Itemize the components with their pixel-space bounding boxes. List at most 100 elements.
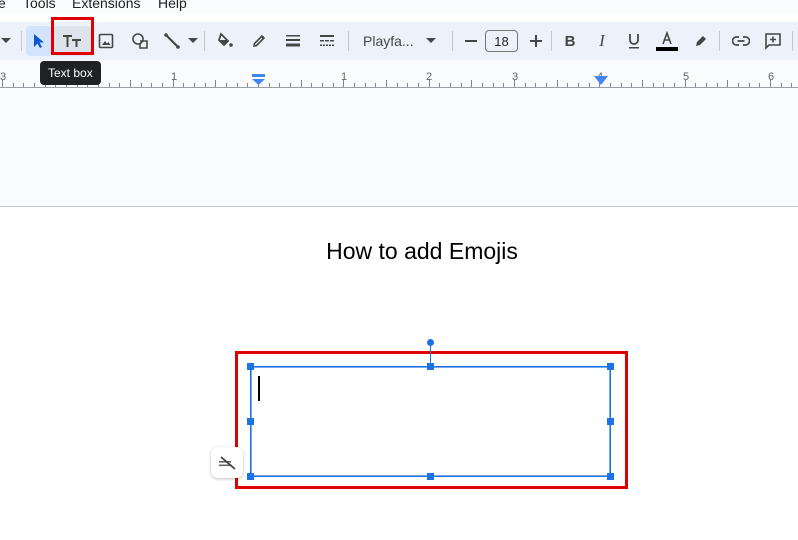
rotation-handle[interactable] bbox=[427, 339, 434, 346]
menu-item-tools[interactable]: Tools bbox=[23, 0, 56, 11]
ruler-tick bbox=[193, 83, 195, 87]
ruler-tick bbox=[225, 83, 227, 87]
divider bbox=[348, 31, 349, 51]
resize-handle-top[interactable] bbox=[427, 363, 434, 370]
ruler-tick bbox=[737, 83, 739, 87]
minus-icon bbox=[465, 40, 477, 42]
ruler-tick bbox=[748, 83, 750, 87]
select-tool-button[interactable] bbox=[26, 26, 52, 56]
resize-handle-top-left[interactable] bbox=[247, 363, 254, 370]
ruler-tick bbox=[279, 83, 281, 87]
left-indent-marker[interactable] bbox=[252, 74, 265, 86]
insert-image-button[interactable] bbox=[94, 26, 118, 56]
divider bbox=[551, 31, 552, 51]
highlighter-icon bbox=[696, 36, 706, 46]
border-color-button[interactable] bbox=[247, 26, 271, 56]
ruler-tick bbox=[428, 80, 430, 87]
add-comment-button[interactable] bbox=[761, 26, 785, 56]
text-color-icon bbox=[656, 31, 678, 51]
line-button[interactable] bbox=[160, 26, 184, 56]
highlight-box bbox=[51, 17, 94, 55]
resize-handle-bottom-left[interactable] bbox=[247, 473, 254, 480]
document-heading[interactable]: How to add Emojis bbox=[0, 238, 798, 265]
ruler-tick bbox=[236, 83, 238, 87]
text-color-button[interactable] bbox=[654, 26, 680, 56]
ruler-tick bbox=[545, 83, 547, 87]
ruler-tick bbox=[556, 80, 558, 87]
ruler-tick bbox=[23, 83, 25, 87]
ruler-tick bbox=[172, 80, 174, 87]
highlight-color-button[interactable] bbox=[689, 26, 713, 56]
ruler-tick bbox=[215, 80, 217, 87]
toolbar: Playfa... 18 B I bbox=[0, 17, 798, 60]
underline-button[interactable] bbox=[622, 26, 646, 56]
ruler-tick bbox=[609, 83, 611, 87]
italic-button[interactable]: I bbox=[590, 26, 614, 56]
resize-handle-bottom-right[interactable] bbox=[607, 473, 614, 480]
right-indent-marker[interactable] bbox=[594, 75, 608, 86]
resize-handle-bottom[interactable] bbox=[427, 473, 434, 480]
text-wrap-icon bbox=[219, 455, 236, 470]
ruler-tick bbox=[183, 83, 185, 87]
underline-icon bbox=[629, 34, 639, 49]
horizontal-ruler[interactable]: 3 1 1 2 3 4 5 6 bbox=[0, 60, 798, 90]
font-family-value: Playfa... bbox=[363, 33, 414, 49]
menu-bar: e Tools Extensions Help bbox=[0, 0, 798, 13]
ruler-tick bbox=[12, 83, 14, 87]
ruler-tick bbox=[481, 83, 483, 87]
pencil-icon bbox=[252, 34, 266, 48]
insert-link-button[interactable] bbox=[729, 26, 753, 56]
ruler-label: 3 bbox=[512, 71, 519, 83]
ruler-tick bbox=[2, 80, 3, 87]
ruler-tick bbox=[353, 83, 355, 87]
border-weight-button[interactable] bbox=[281, 26, 305, 56]
link-icon bbox=[732, 36, 750, 46]
chevron-down-icon bbox=[188, 38, 198, 43]
increase-font-size-button[interactable] bbox=[526, 26, 546, 56]
bold-button[interactable]: B bbox=[558, 26, 582, 56]
ruler-tick bbox=[588, 83, 590, 87]
ruler-tick bbox=[780, 83, 782, 87]
decrease-font-size-button[interactable] bbox=[461, 26, 481, 56]
ruler-tick bbox=[684, 80, 686, 87]
ruler-tick bbox=[407, 83, 409, 87]
ruler-tick bbox=[33, 83, 35, 87]
bold-icon: B bbox=[564, 32, 576, 50]
border-dash-button[interactable] bbox=[315, 26, 339, 56]
ruler-tick bbox=[343, 80, 345, 87]
ruler-tick bbox=[524, 83, 526, 87]
font-family-select[interactable]: Playfa... bbox=[355, 26, 445, 56]
ruler-tick bbox=[535, 83, 537, 87]
ruler-tick bbox=[663, 83, 665, 87]
resize-handle-right[interactable] bbox=[607, 418, 614, 425]
divider bbox=[719, 31, 720, 51]
menu-item-help[interactable]: Help bbox=[158, 0, 187, 11]
chevron-down-icon bbox=[425, 38, 436, 43]
line-dropdown[interactable] bbox=[186, 26, 200, 56]
italic-icon: I bbox=[599, 31, 605, 50]
fill-color-button[interactable] bbox=[214, 26, 238, 56]
ruler-tick bbox=[705, 83, 707, 87]
ruler-tick bbox=[140, 83, 142, 87]
divider bbox=[21, 31, 22, 51]
shape-button[interactable] bbox=[128, 26, 152, 56]
ruler-tick bbox=[716, 83, 718, 87]
shape-icon bbox=[132, 33, 148, 49]
ruler-tick bbox=[161, 83, 163, 87]
text-wrap-button[interactable] bbox=[211, 447, 243, 478]
cursor-arrow-icon bbox=[34, 34, 44, 48]
menu-item-edit[interactable]: e bbox=[0, 0, 6, 11]
font-size-input[interactable]: 18 bbox=[485, 30, 518, 52]
ruler-tick bbox=[300, 80, 302, 87]
tooltip: Text box bbox=[40, 61, 101, 85]
ruler-tick bbox=[204, 83, 206, 87]
image-icon bbox=[98, 33, 114, 49]
ruler-tick bbox=[108, 83, 110, 87]
zoom-dropdown[interactable] bbox=[0, 26, 12, 56]
ruler-tick bbox=[695, 83, 697, 87]
ruler-tick bbox=[417, 83, 419, 87]
resize-handle-top-right[interactable] bbox=[607, 363, 614, 370]
ruler-tick bbox=[119, 83, 121, 87]
menu-item-extensions[interactable]: Extensions bbox=[72, 0, 140, 11]
resize-handle-left[interactable] bbox=[247, 418, 254, 425]
